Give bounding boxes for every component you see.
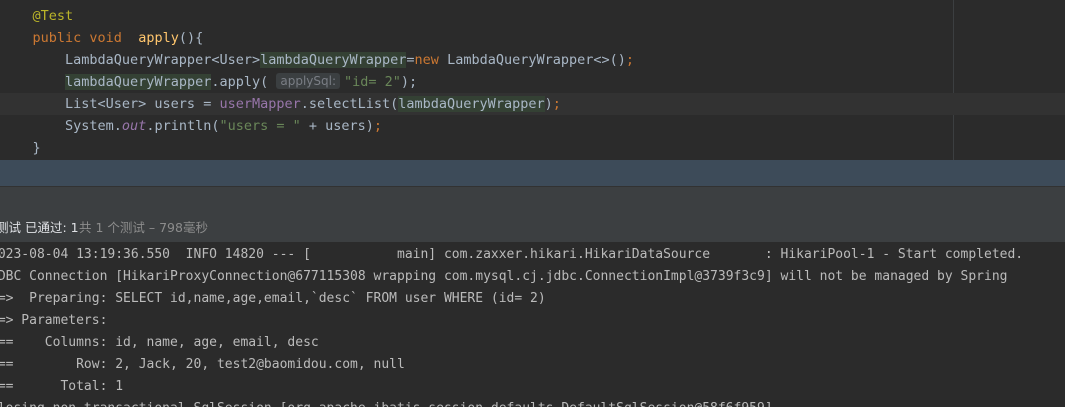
code-token: }	[0, 140, 41, 156]
code-token: "users = "	[219, 118, 301, 134]
console-output[interactable]: 2023-08-04 13:19:36.550 INFO 14820 --- […	[0, 243, 1065, 407]
code-token: ;	[373, 118, 383, 134]
code-token: LambdaQueryWrapper<>()	[438, 52, 626, 68]
code-token: out	[121, 118, 147, 134]
editor-tool-window-divider[interactable]	[0, 160, 1065, 186]
code-line[interactable]: }	[0, 137, 1065, 159]
code-token: System.	[0, 118, 122, 134]
code-line[interactable]: public void apply(){	[0, 27, 1065, 49]
parameter-hint: applySql:	[276, 73, 341, 89]
test-status-row: 测试 已通过: 1共 1 个测试 – 798毫秒	[0, 214, 1065, 243]
code-token: LambdaQueryWrapper<User>	[0, 52, 261, 68]
code-token: lambdaQueryWrapper	[398, 96, 545, 112]
console-line: <== Total: 1	[0, 379, 124, 394]
code-token: apply	[138, 30, 179, 46]
code-token: .println(	[146, 118, 220, 134]
code-token: )	[544, 96, 553, 112]
run-tool-window-header	[0, 186, 1065, 215]
code-line[interactable]: @Test	[0, 5, 1065, 27]
console-line: 2023-08-04 13:19:36.550 INFO 14820 --- […	[0, 247, 1024, 262]
code-line[interactable]: System.out.println("users = " + users);	[0, 115, 1065, 137]
code-token: "id= 2"	[344, 74, 401, 90]
code-token: List<User> users =	[0, 96, 220, 112]
code-token: lambdaQueryWrapper	[260, 52, 407, 68]
console-line: Closing non transactional SqlSession [or…	[0, 398, 773, 407]
code-token: =	[406, 52, 415, 68]
code-editor[interactable]: @Test public void apply(){ LambdaQueryWr…	[0, 0, 1065, 160]
test-passed-label: 测试 已通过: 1	[0, 220, 79, 235]
code-token: .apply(	[211, 74, 277, 90]
code-token: @Test	[32, 8, 74, 24]
code-line[interactable]: lambdaQueryWrapper.apply( applySql: "id= …	[0, 71, 1065, 93]
code-token: (){	[178, 30, 204, 46]
code-token: + users)	[300, 118, 374, 134]
console-line: ==> Parameters:	[0, 313, 116, 328]
console-line: JDBC Connection [HikariProxyConnection@6…	[0, 269, 1008, 284]
code-token: lambdaQueryWrapper	[65, 74, 212, 90]
console-line: ==> Preparing: SELECT id,name,age,email,…	[0, 291, 546, 306]
code-token: );	[400, 74, 418, 90]
code-line[interactable]: List<User> users = userMapper.selectList…	[0, 93, 1065, 115]
console-line: <== Row: 2, Jack, 20, test2@baomidou.com…	[0, 357, 405, 372]
code-line[interactable]: LambdaQueryWrapper<User>lambdaQueryWrapp…	[0, 49, 1065, 71]
code-token: public void	[32, 30, 122, 46]
console-line: <== Columns: id, name, age, email, desc	[0, 335, 319, 350]
code-token: ;	[625, 52, 635, 68]
code-token: userMapper	[219, 96, 301, 112]
code-token: new	[414, 52, 439, 68]
code-token: .selectList(	[300, 96, 399, 112]
code-token: ;	[552, 96, 561, 112]
test-summary: 共 1 个测试 – 798毫秒	[79, 220, 208, 235]
